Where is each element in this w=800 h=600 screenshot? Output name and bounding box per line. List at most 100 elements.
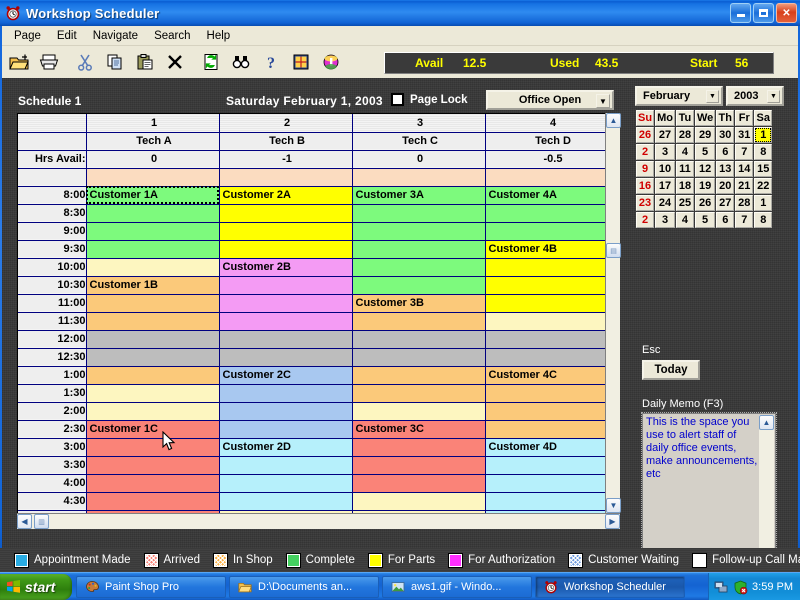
schedule-cell[interactable] — [485, 330, 618, 349]
office-status-dropdown[interactable]: Office Open ▼ — [486, 90, 614, 110]
appointment-cell[interactable]: Customer 4B — [485, 240, 618, 259]
calendar-day-cell[interactable]: 7 — [735, 212, 754, 228]
schedule-cell[interactable] — [352, 474, 486, 493]
calendar-day-cell[interactable]: 15 — [754, 161, 773, 177]
help-icon[interactable]: ? — [257, 49, 285, 75]
appointment-cell[interactable]: Customer 4C — [485, 366, 618, 385]
calendar-day-cell[interactable]: 22 — [754, 178, 773, 194]
appointment-cell[interactable]: Customer 4D — [485, 438, 618, 457]
chevron-down-icon[interactable]: ▼ — [767, 90, 780, 103]
calendar-day-cell[interactable]: 8 — [754, 212, 773, 228]
calendar-day-cell[interactable]: 4 — [675, 212, 694, 228]
schedule-grid[interactable]: 1234Tech ATech BTech CTech DTHrs Avail:0… — [17, 113, 619, 529]
schedule-cell[interactable] — [219, 384, 353, 403]
tech-column-header[interactable]: Tech D — [485, 132, 618, 151]
vertical-scroll-thumb[interactable]: ▤ — [606, 243, 621, 258]
page-lock-checkbox[interactable]: Page Lock — [391, 93, 468, 106]
schedule-cell[interactable] — [485, 258, 618, 277]
calendar-day-cell[interactable]: 24 — [655, 195, 675, 211]
appointment-cell[interactable]: Customer 2B — [219, 258, 353, 277]
print-icon[interactable] — [35, 49, 63, 75]
taskbar-item-aws1-gif[interactable]: aws1.gif - Windo... — [382, 575, 532, 598]
calendar-day-cell[interactable]: 10 — [655, 161, 675, 177]
calendar-day-cell[interactable]: 3 — [655, 144, 675, 160]
tech-column-header[interactable]: Tech A — [86, 132, 220, 151]
schedule-cell[interactable] — [219, 330, 353, 349]
menu-item-edit[interactable]: Edit — [49, 28, 85, 44]
calendar-day-cell[interactable]: 18 — [675, 178, 694, 194]
memo-scroll-up-button[interactable]: ▲ — [759, 415, 774, 430]
column-number-header[interactable]: 2 — [219, 114, 353, 133]
schedule-cell[interactable] — [86, 222, 220, 241]
network-icon[interactable] — [714, 580, 729, 595]
schedule-cell[interactable] — [86, 366, 220, 385]
scroll-up-button[interactable]: ▲ — [606, 113, 621, 128]
calendar-day-cell[interactable]: 13 — [716, 161, 735, 177]
schedule-cell[interactable] — [352, 366, 486, 385]
menu-item-search[interactable]: Search — [146, 28, 198, 44]
grid-spacer-cell[interactable] — [219, 168, 353, 187]
chevron-down-icon[interactable]: ▼ — [706, 90, 719, 103]
calendar-day-cell[interactable]: 26 — [636, 127, 655, 143]
menu-item-navigate[interactable]: Navigate — [85, 28, 146, 44]
refresh-icon[interactable] — [197, 49, 225, 75]
schedule-cell[interactable] — [219, 348, 353, 367]
schedule-cell[interactable] — [219, 240, 353, 259]
schedule-cell[interactable] — [352, 240, 486, 259]
calendar-day-cell[interactable]: 1 — [754, 127, 773, 143]
grid-spacer-cell[interactable] — [352, 168, 486, 187]
calendar-day-cell[interactable]: 27 — [716, 195, 735, 211]
appointment-cell[interactable]: Customer 3A — [352, 186, 486, 205]
schedule-cell[interactable] — [86, 348, 220, 367]
schedule-cell[interactable] — [86, 384, 220, 403]
schedule-cell[interactable] — [352, 222, 486, 241]
calendar-day-cell[interactable]: 8 — [754, 144, 773, 160]
schedule-cell[interactable] — [86, 312, 220, 331]
cut-icon[interactable] — [71, 49, 99, 75]
calendar-day-cell[interactable]: 7 — [735, 144, 754, 160]
tech-column-header[interactable]: Tech C — [352, 132, 486, 151]
schedule-cell[interactable] — [485, 492, 618, 511]
schedule-cell[interactable] — [352, 330, 486, 349]
schedule-cell[interactable] — [352, 348, 486, 367]
appointment-cell[interactable]: Customer 3B — [352, 294, 486, 313]
schedule-cell[interactable] — [219, 204, 353, 223]
scroll-left-button[interactable]: ◀ — [17, 514, 32, 529]
chevron-down-icon[interactable]: ▼ — [596, 94, 610, 108]
appointment-cell[interactable]: Customer 2A — [219, 186, 353, 205]
start-button[interactable]: start — [0, 573, 72, 600]
schedule-cell[interactable] — [485, 204, 618, 223]
calendar-day-cell[interactable]: 31 — [735, 127, 754, 143]
paste-icon[interactable] — [131, 49, 159, 75]
maximize-button[interactable] — [753, 3, 774, 23]
schedule-cell[interactable] — [86, 456, 220, 475]
grid-vertical-scrollbar[interactable]: ▲ ▤ ▼ — [605, 113, 621, 513]
calendar-day-cell[interactable]: 20 — [716, 178, 735, 194]
scroll-right-button[interactable]: ▶ — [605, 514, 620, 529]
open-icon[interactable] — [5, 49, 33, 75]
taskbar-item-paint-shop-pro[interactable]: Paint Shop Pro — [76, 575, 226, 598]
calendar-day-cell[interactable]: 5 — [694, 144, 716, 160]
calendar-day-cell[interactable]: 23 — [636, 195, 655, 211]
grid-spacer-cell[interactable] — [485, 168, 618, 187]
schedule-cell[interactable] — [86, 240, 220, 259]
menu-item-help[interactable]: Help — [199, 28, 239, 44]
schedule-cell[interactable] — [86, 204, 220, 223]
schedule-cell[interactable] — [86, 402, 220, 421]
copy-icon[interactable] — [101, 49, 129, 75]
schedule-cell[interactable] — [219, 492, 353, 511]
month-dropdown[interactable]: February ▼ — [635, 86, 723, 106]
menu-item-page[interactable]: Page — [6, 28, 49, 44]
grid-spacer-cell[interactable] — [86, 168, 220, 187]
shield-icon[interactable] — [733, 580, 748, 595]
schedule-cell[interactable] — [352, 384, 486, 403]
delete-icon[interactable] — [161, 49, 189, 75]
schedule-cell[interactable] — [352, 438, 486, 457]
calendar-day-cell[interactable]: 6 — [716, 144, 735, 160]
schedule-cell[interactable] — [86, 438, 220, 457]
column-number-header[interactable]: 3 — [352, 114, 486, 133]
schedule-cell[interactable] — [352, 456, 486, 475]
schedule-cell[interactable] — [352, 492, 486, 511]
appointment-cell[interactable]: Customer 1A — [86, 186, 220, 205]
schedule-cell[interactable] — [352, 258, 486, 277]
